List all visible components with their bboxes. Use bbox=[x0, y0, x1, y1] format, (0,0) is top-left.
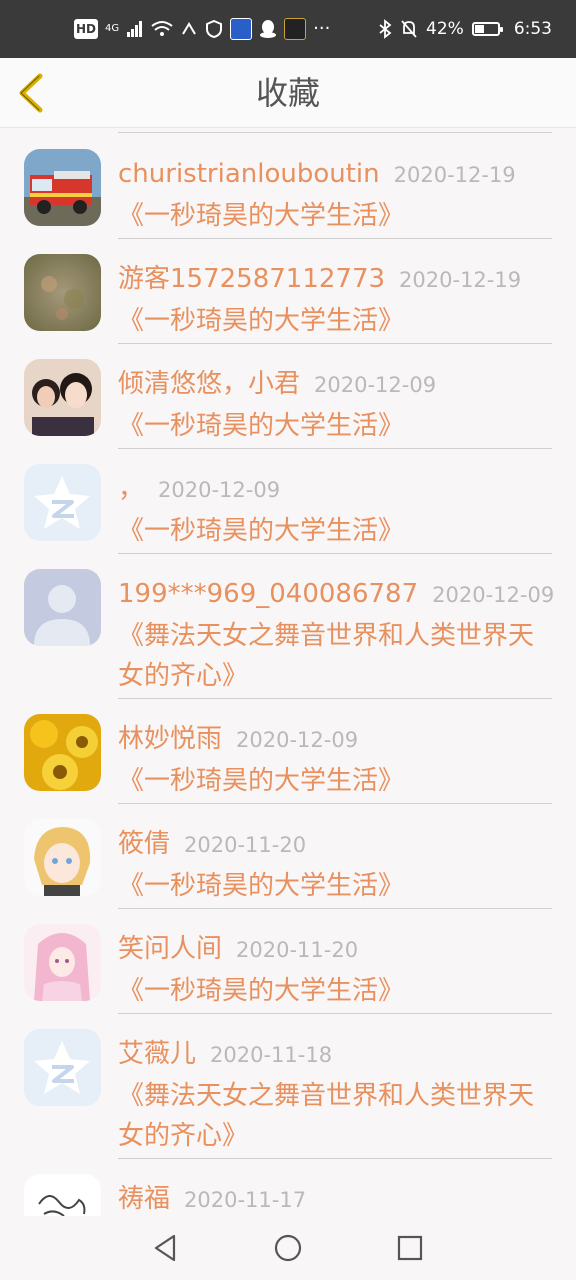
user-name: 祷福 bbox=[118, 1184, 171, 1214]
back-triangle-icon[interactable] bbox=[150, 1232, 182, 1264]
shield-icon bbox=[206, 20, 223, 38]
book-title[interactable]: 《一秒琦昊的大学生活》 bbox=[118, 866, 538, 906]
row-divider bbox=[118, 343, 552, 344]
book-title[interactable]: 《一秒琦昊的大学生活》 bbox=[118, 301, 538, 341]
avatar bbox=[24, 149, 101, 226]
battery-icon bbox=[471, 22, 503, 36]
avatar bbox=[24, 819, 101, 896]
name-line: 林妙悦雨 2020-12-09 bbox=[118, 721, 358, 757]
avatar bbox=[24, 464, 101, 541]
nfc-icon bbox=[182, 22, 196, 35]
favorite-date: 2020-12-09 bbox=[236, 728, 359, 752]
avatar bbox=[24, 359, 101, 436]
app-badge-icon bbox=[230, 18, 253, 40]
avatar bbox=[24, 924, 101, 1001]
name-line: ， 2020-12-09 bbox=[118, 471, 280, 507]
favorite-date: 2020-12-09 bbox=[158, 478, 281, 502]
name-line: 筱倩 2020-11-20 bbox=[118, 826, 306, 862]
user-name: 游客1572587112773 bbox=[118, 264, 386, 294]
name-line: 祷福 2020-11-17 bbox=[118, 1181, 306, 1216]
signal-icon bbox=[127, 21, 143, 37]
avatar bbox=[24, 1174, 101, 1216]
mute-bell-icon bbox=[401, 20, 417, 38]
status-bar-left-icons: HD 4G ··· bbox=[74, 18, 378, 40]
favorite-date: 2020-12-19 bbox=[399, 268, 522, 292]
row-divider bbox=[118, 238, 552, 239]
favorite-date: 2020-11-20 bbox=[184, 833, 307, 857]
book-title[interactable]: 《一秒琦昊的大学生活》 bbox=[118, 196, 538, 236]
page-title: 收藏 bbox=[255, 74, 320, 112]
avatar bbox=[24, 1029, 101, 1106]
book-title[interactable]: 《一秒琦昊的大学生活》 bbox=[118, 511, 538, 551]
list-top-divider bbox=[118, 132, 552, 133]
clock: 6:53 bbox=[513, 19, 552, 39]
user-name: 筱倩 bbox=[118, 829, 171, 859]
row-divider bbox=[118, 1013, 552, 1014]
user-name: 艾薇儿 bbox=[118, 1039, 197, 1069]
more-icon: ··· bbox=[313, 18, 331, 39]
app-badge-icon bbox=[284, 18, 307, 40]
row-divider bbox=[118, 1158, 552, 1159]
user-name: 倾清悠悠，小君 bbox=[118, 369, 301, 399]
user-name: 199***969_040086787 bbox=[118, 579, 419, 609]
status-bar-right-icons: 42% 6:53 bbox=[378, 19, 552, 39]
book-title[interactable]: 《舞法天女之舞音世界和人类世界天女的齐心》 bbox=[118, 616, 538, 696]
user-name: churistrianlouboutin bbox=[118, 159, 380, 189]
name-line: 游客1572587112773 2020-12-19 bbox=[118, 261, 521, 297]
favorite-date: 2020-11-20 bbox=[236, 938, 359, 962]
favorite-date: 2020-11-17 bbox=[184, 1188, 307, 1212]
hd-icon: HD bbox=[74, 19, 99, 39]
qq-icon bbox=[260, 20, 277, 38]
battery-fill bbox=[474, 25, 485, 33]
favorite-date: 2020-12-09 bbox=[432, 583, 555, 607]
row-divider bbox=[118, 908, 552, 909]
name-line: 199***969_040086787 2020-12-09 bbox=[118, 576, 554, 612]
favorites-list: churistrianlouboutin 2020-12-19 《一秒琦昊的大学生活… bbox=[0, 128, 576, 1216]
row-divider bbox=[118, 803, 552, 804]
favorite-date: 2020-12-19 bbox=[393, 163, 516, 187]
book-title[interactable]: 《一秒琦昊的大学生活》 bbox=[118, 761, 538, 801]
row-divider bbox=[118, 553, 552, 554]
bluetooth-icon bbox=[379, 19, 392, 39]
book-title[interactable]: 《舞法天女之舞音世界和人类世界天女的齐心》 bbox=[118, 1076, 538, 1156]
status-bar: HD 4G ··· 42% 6:53 bbox=[0, 0, 576, 58]
avatar bbox=[24, 569, 101, 646]
wifi-icon bbox=[151, 21, 173, 36]
home-circle-icon[interactable] bbox=[272, 1232, 304, 1264]
name-line: churistrianlouboutin 2020-12-19 bbox=[118, 156, 516, 192]
avatar bbox=[24, 714, 101, 791]
network-type-icon: 4G bbox=[105, 23, 120, 34]
favorite-date: 2020-12-09 bbox=[314, 373, 437, 397]
book-title[interactable]: 《一秒琦昊的大学生活》 bbox=[118, 406, 538, 446]
app-header: 收藏 bbox=[0, 58, 576, 128]
book-title[interactable]: 《一秒琦昊的大学生活》 bbox=[118, 971, 538, 1011]
battery-percent: 42% bbox=[426, 19, 464, 39]
name-line: 艾薇儿 2020-11-18 bbox=[118, 1036, 332, 1072]
user-name: 笑问人间 bbox=[118, 934, 223, 964]
name-line: 倾清悠悠，小君 2020-12-09 bbox=[118, 366, 436, 402]
name-line: 笑问人间 2020-11-20 bbox=[118, 931, 358, 967]
recents-square-icon[interactable] bbox=[394, 1232, 426, 1264]
user-name: 林妙悦雨 bbox=[118, 724, 223, 754]
user-name: ， bbox=[118, 474, 145, 504]
favorite-date: 2020-11-18 bbox=[210, 1043, 333, 1067]
row-divider bbox=[118, 448, 552, 449]
avatar bbox=[24, 254, 101, 331]
system-nav-bar bbox=[0, 1216, 576, 1280]
row-divider bbox=[118, 698, 552, 699]
